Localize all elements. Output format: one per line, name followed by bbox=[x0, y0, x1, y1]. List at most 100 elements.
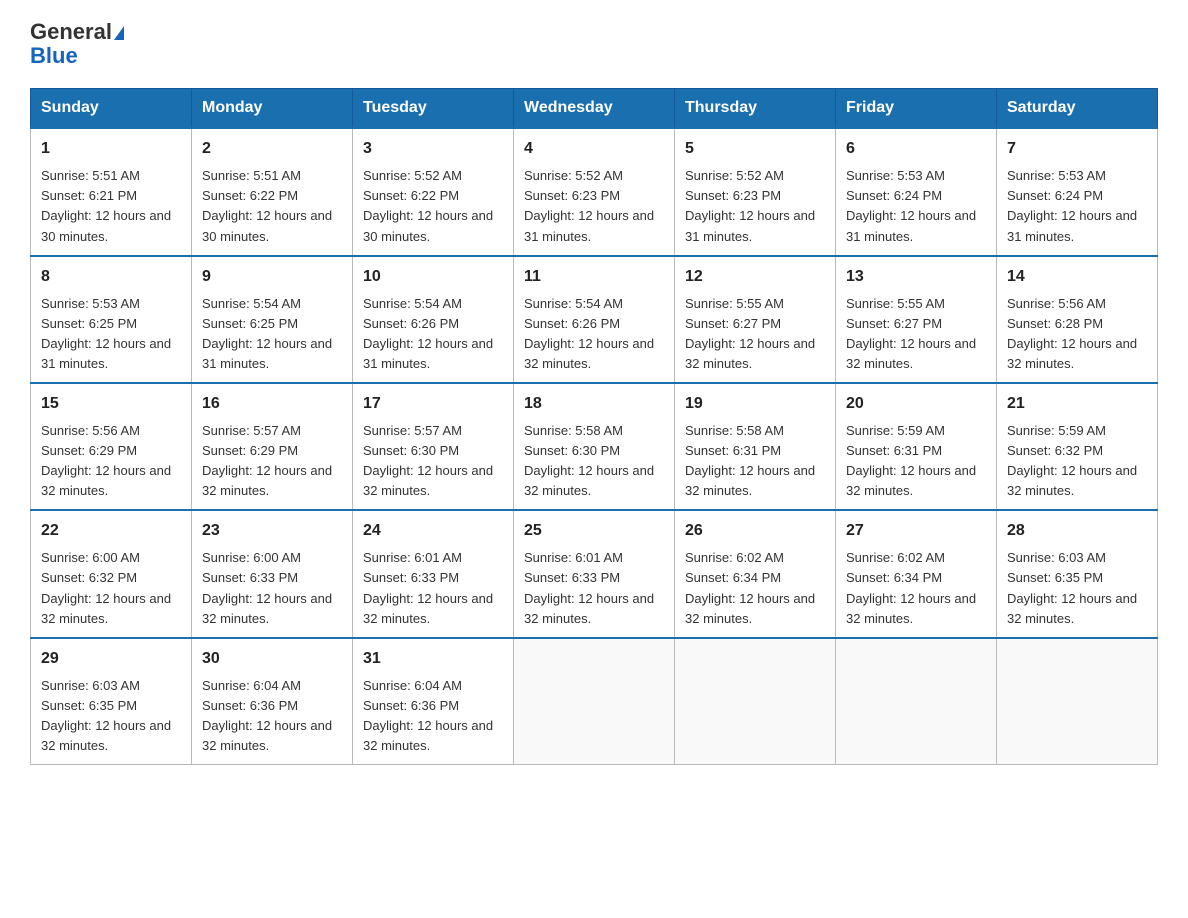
daylight-info: Daylight: 12 hours and 32 minutes. bbox=[363, 718, 493, 753]
column-header-tuesday: Tuesday bbox=[353, 89, 514, 129]
sunset-info: Sunset: 6:30 PM bbox=[363, 443, 459, 458]
day-number: 23 bbox=[202, 519, 342, 544]
daylight-info: Daylight: 12 hours and 32 minutes. bbox=[1007, 463, 1137, 498]
sunset-info: Sunset: 6:26 PM bbox=[524, 316, 620, 331]
daylight-info: Daylight: 12 hours and 32 minutes. bbox=[1007, 591, 1137, 626]
calendar-cell: 29Sunrise: 6:03 AMSunset: 6:35 PMDayligh… bbox=[31, 638, 192, 765]
calendar-cell: 6Sunrise: 5:53 AMSunset: 6:24 PMDaylight… bbox=[836, 128, 997, 255]
column-header-monday: Monday bbox=[192, 89, 353, 129]
daylight-info: Daylight: 12 hours and 31 minutes. bbox=[363, 336, 493, 371]
daylight-info: Daylight: 12 hours and 32 minutes. bbox=[685, 463, 815, 498]
calendar-header-row: SundayMondayTuesdayWednesdayThursdayFrid… bbox=[31, 89, 1158, 129]
logo-triangle-icon bbox=[114, 26, 124, 40]
daylight-info: Daylight: 12 hours and 32 minutes. bbox=[363, 591, 493, 626]
calendar-cell: 11Sunrise: 5:54 AMSunset: 6:26 PMDayligh… bbox=[514, 256, 675, 383]
daylight-info: Daylight: 12 hours and 32 minutes. bbox=[41, 463, 171, 498]
day-number: 8 bbox=[41, 265, 181, 290]
sunrise-info: Sunrise: 5:58 AM bbox=[524, 423, 623, 438]
sunrise-info: Sunrise: 5:57 AM bbox=[202, 423, 301, 438]
sunset-info: Sunset: 6:35 PM bbox=[41, 698, 137, 713]
sunset-info: Sunset: 6:21 PM bbox=[41, 188, 137, 203]
day-number: 22 bbox=[41, 519, 181, 544]
day-number: 2 bbox=[202, 137, 342, 162]
daylight-info: Daylight: 12 hours and 32 minutes. bbox=[363, 463, 493, 498]
daylight-info: Daylight: 12 hours and 32 minutes. bbox=[524, 463, 654, 498]
sunrise-info: Sunrise: 5:53 AM bbox=[1007, 168, 1106, 183]
daylight-info: Daylight: 12 hours and 32 minutes. bbox=[202, 463, 332, 498]
logo: General Blue bbox=[30, 20, 124, 68]
daylight-info: Daylight: 12 hours and 31 minutes. bbox=[685, 208, 815, 243]
sunrise-info: Sunrise: 5:58 AM bbox=[685, 423, 784, 438]
column-header-saturday: Saturday bbox=[997, 89, 1158, 129]
sunset-info: Sunset: 6:24 PM bbox=[1007, 188, 1103, 203]
daylight-info: Daylight: 12 hours and 31 minutes. bbox=[41, 336, 171, 371]
sunrise-info: Sunrise: 5:57 AM bbox=[363, 423, 462, 438]
daylight-info: Daylight: 12 hours and 32 minutes. bbox=[846, 463, 976, 498]
calendar-cell bbox=[997, 638, 1158, 765]
daylight-info: Daylight: 12 hours and 31 minutes. bbox=[1007, 208, 1137, 243]
day-number: 5 bbox=[685, 137, 825, 162]
daylight-info: Daylight: 12 hours and 31 minutes. bbox=[202, 336, 332, 371]
calendar-week-row: 22Sunrise: 6:00 AMSunset: 6:32 PMDayligh… bbox=[31, 510, 1158, 637]
daylight-info: Daylight: 12 hours and 32 minutes. bbox=[202, 591, 332, 626]
logo-blue: Blue bbox=[30, 44, 124, 68]
calendar-cell: 28Sunrise: 6:03 AMSunset: 6:35 PMDayligh… bbox=[997, 510, 1158, 637]
day-number: 15 bbox=[41, 392, 181, 417]
sunrise-info: Sunrise: 5:54 AM bbox=[524, 296, 623, 311]
calendar-cell: 3Sunrise: 5:52 AMSunset: 6:22 PMDaylight… bbox=[353, 128, 514, 255]
calendar-cell: 21Sunrise: 5:59 AMSunset: 6:32 PMDayligh… bbox=[997, 383, 1158, 510]
sunrise-info: Sunrise: 6:01 AM bbox=[363, 550, 462, 565]
calendar-cell: 24Sunrise: 6:01 AMSunset: 6:33 PMDayligh… bbox=[353, 510, 514, 637]
sunset-info: Sunset: 6:36 PM bbox=[363, 698, 459, 713]
calendar-cell: 10Sunrise: 5:54 AMSunset: 6:26 PMDayligh… bbox=[353, 256, 514, 383]
day-number: 13 bbox=[846, 265, 986, 290]
sunrise-info: Sunrise: 5:52 AM bbox=[685, 168, 784, 183]
daylight-info: Daylight: 12 hours and 32 minutes. bbox=[846, 336, 976, 371]
sunset-info: Sunset: 6:28 PM bbox=[1007, 316, 1103, 331]
calendar-cell: 2Sunrise: 5:51 AMSunset: 6:22 PMDaylight… bbox=[192, 128, 353, 255]
daylight-info: Daylight: 12 hours and 32 minutes. bbox=[685, 591, 815, 626]
column-header-wednesday: Wednesday bbox=[514, 89, 675, 129]
daylight-info: Daylight: 12 hours and 31 minutes. bbox=[846, 208, 976, 243]
daylight-info: Daylight: 12 hours and 32 minutes. bbox=[1007, 336, 1137, 371]
day-number: 29 bbox=[41, 647, 181, 672]
calendar-cell: 8Sunrise: 5:53 AMSunset: 6:25 PMDaylight… bbox=[31, 256, 192, 383]
calendar-cell: 7Sunrise: 5:53 AMSunset: 6:24 PMDaylight… bbox=[997, 128, 1158, 255]
calendar-cell: 14Sunrise: 5:56 AMSunset: 6:28 PMDayligh… bbox=[997, 256, 1158, 383]
sunset-info: Sunset: 6:33 PM bbox=[363, 570, 459, 585]
calendar-cell: 9Sunrise: 5:54 AMSunset: 6:25 PMDaylight… bbox=[192, 256, 353, 383]
sunset-info: Sunset: 6:34 PM bbox=[846, 570, 942, 585]
sunrise-info: Sunrise: 5:56 AM bbox=[41, 423, 140, 438]
day-number: 25 bbox=[524, 519, 664, 544]
sunrise-info: Sunrise: 6:02 AM bbox=[846, 550, 945, 565]
daylight-info: Daylight: 12 hours and 32 minutes. bbox=[685, 336, 815, 371]
day-number: 14 bbox=[1007, 265, 1147, 290]
daylight-info: Daylight: 12 hours and 32 minutes. bbox=[202, 718, 332, 753]
day-number: 11 bbox=[524, 265, 664, 290]
sunrise-info: Sunrise: 6:00 AM bbox=[41, 550, 140, 565]
sunset-info: Sunset: 6:31 PM bbox=[846, 443, 942, 458]
calendar-cell: 27Sunrise: 6:02 AMSunset: 6:34 PMDayligh… bbox=[836, 510, 997, 637]
day-number: 9 bbox=[202, 265, 342, 290]
sunset-info: Sunset: 6:25 PM bbox=[202, 316, 298, 331]
sunrise-info: Sunrise: 6:00 AM bbox=[202, 550, 301, 565]
sunset-info: Sunset: 6:35 PM bbox=[1007, 570, 1103, 585]
calendar-week-row: 29Sunrise: 6:03 AMSunset: 6:35 PMDayligh… bbox=[31, 638, 1158, 765]
calendar-cell: 31Sunrise: 6:04 AMSunset: 6:36 PMDayligh… bbox=[353, 638, 514, 765]
sunset-info: Sunset: 6:27 PM bbox=[846, 316, 942, 331]
calendar-week-row: 1Sunrise: 5:51 AMSunset: 6:21 PMDaylight… bbox=[31, 128, 1158, 255]
day-number: 4 bbox=[524, 137, 664, 162]
day-number: 18 bbox=[524, 392, 664, 417]
calendar-cell: 1Sunrise: 5:51 AMSunset: 6:21 PMDaylight… bbox=[31, 128, 192, 255]
calendar-cell: 4Sunrise: 5:52 AMSunset: 6:23 PMDaylight… bbox=[514, 128, 675, 255]
day-number: 12 bbox=[685, 265, 825, 290]
sunset-info: Sunset: 6:34 PM bbox=[685, 570, 781, 585]
calendar-cell: 30Sunrise: 6:04 AMSunset: 6:36 PMDayligh… bbox=[192, 638, 353, 765]
calendar-cell: 17Sunrise: 5:57 AMSunset: 6:30 PMDayligh… bbox=[353, 383, 514, 510]
sunset-info: Sunset: 6:32 PM bbox=[1007, 443, 1103, 458]
sunset-info: Sunset: 6:27 PM bbox=[685, 316, 781, 331]
day-number: 20 bbox=[846, 392, 986, 417]
logo-general: General bbox=[30, 20, 124, 44]
sunset-info: Sunset: 6:23 PM bbox=[685, 188, 781, 203]
calendar-cell: 15Sunrise: 5:56 AMSunset: 6:29 PMDayligh… bbox=[31, 383, 192, 510]
